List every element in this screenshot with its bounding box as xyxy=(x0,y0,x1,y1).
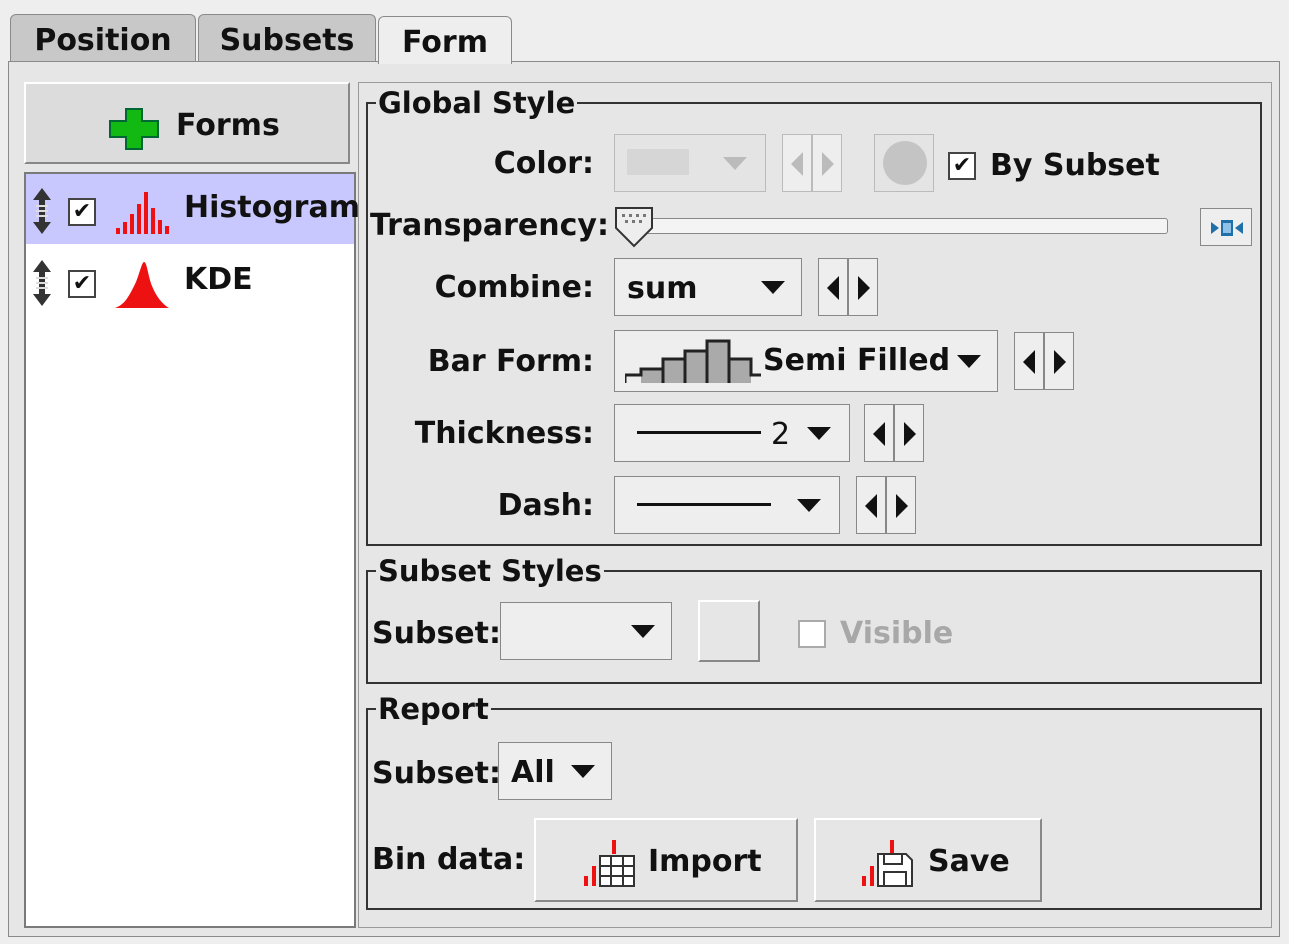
dock-button[interactable] xyxy=(1200,208,1252,246)
tab-position-label: Position xyxy=(34,23,172,58)
import-button-label: Import xyxy=(648,844,762,879)
import-table-icon xyxy=(584,840,635,887)
color-swatch xyxy=(627,149,689,175)
chevron-down-icon xyxy=(571,765,595,778)
histogram-label: Histogram xyxy=(184,190,360,225)
histogram-icon xyxy=(116,192,169,234)
thickness-value: 2 xyxy=(771,417,791,452)
kde-label: KDE xyxy=(184,262,253,297)
subset-styles-title: Subset Styles xyxy=(378,554,602,588)
kde-icon xyxy=(115,262,169,308)
dash-label: Dash: xyxy=(497,488,594,523)
color-combo[interactable] xyxy=(614,134,766,192)
subset-style-button[interactable] xyxy=(698,600,760,662)
previous-combine-button[interactable] xyxy=(818,258,848,316)
bar-form-label: Bar Form: xyxy=(427,344,594,379)
next-color-button[interactable] xyxy=(812,134,842,192)
transparency-label: Transparency: xyxy=(370,208,609,243)
by-subset-checkbox[interactable]: ✔ xyxy=(948,152,976,180)
save-button-label: Save xyxy=(928,844,1010,879)
color-label: Color: xyxy=(493,146,594,181)
global-style-title: Global Style xyxy=(378,86,576,120)
tab-subsets-label: Subsets xyxy=(219,23,355,58)
dock-icon xyxy=(1211,220,1243,236)
add-form-button[interactable]: Forms xyxy=(24,82,350,164)
dash-combo[interactable] xyxy=(614,476,840,534)
import-button[interactable]: Import xyxy=(534,818,798,902)
subset-styles-subset-combo[interactable] xyxy=(500,602,672,660)
bar-form-stepper[interactable] xyxy=(1014,332,1074,390)
chevron-down-icon xyxy=(957,355,981,368)
dash-stepper[interactable] xyxy=(856,476,916,534)
previous-color-button[interactable] xyxy=(782,134,812,192)
drag-handle-icon[interactable] xyxy=(32,188,52,234)
previous-thickness-button[interactable] xyxy=(864,404,894,462)
previous-bar-form-button[interactable] xyxy=(1014,332,1044,390)
list-item-histogram[interactable]: ✔ Histogram xyxy=(26,174,360,244)
chevron-down-icon xyxy=(761,281,785,294)
tab-form[interactable]: Form xyxy=(378,16,512,64)
visible-checkbox[interactable] xyxy=(798,620,826,648)
drag-handle-icon[interactable] xyxy=(32,260,52,306)
tab-position[interactable]: Position xyxy=(10,14,196,62)
combine-stepper[interactable] xyxy=(818,258,878,316)
histogram-visible-checkbox[interactable]: ✔ xyxy=(68,198,96,226)
transparency-slider[interactable] xyxy=(630,218,1168,234)
bar-form-value: Semi Filled xyxy=(763,343,951,378)
plus-icon xyxy=(109,108,159,150)
bar-form-combo[interactable]: Semi Filled xyxy=(614,330,998,392)
slider-thumb[interactable] xyxy=(614,206,654,248)
combine-combo[interactable]: sum xyxy=(614,258,802,316)
visible-label: Visible xyxy=(840,616,954,651)
combine-value: sum xyxy=(627,271,698,306)
chevron-down-icon xyxy=(807,427,831,440)
save-button[interactable]: Save xyxy=(814,818,1042,902)
kde-visible-checkbox[interactable]: ✔ xyxy=(68,270,96,298)
dash-sample xyxy=(637,503,771,506)
next-dash-button[interactable] xyxy=(886,476,916,534)
report-title: Report xyxy=(378,692,489,726)
tab-subsets[interactable]: Subsets xyxy=(198,14,376,62)
bin-data-label: Bin data: xyxy=(372,842,526,877)
line-sample xyxy=(637,431,761,434)
subset-styles-subset-label: Subset: xyxy=(372,616,501,651)
chevron-down-icon xyxy=(723,157,747,170)
next-bar-form-button[interactable] xyxy=(1044,332,1074,390)
report-subset-value: All xyxy=(511,755,555,790)
next-thickness-button[interactable] xyxy=(894,404,924,462)
color-stepper[interactable] xyxy=(782,134,842,192)
chevron-down-icon xyxy=(797,499,821,512)
chevron-down-icon xyxy=(631,625,655,638)
report-subset-combo[interactable]: All xyxy=(498,742,612,800)
thickness-combo[interactable]: 2 xyxy=(614,404,850,462)
report-subset-label: Subset: xyxy=(372,756,501,791)
by-subset-label: By Subset xyxy=(990,148,1160,183)
save-disk-icon xyxy=(862,840,913,887)
next-combine-button[interactable] xyxy=(848,258,878,316)
list-item-kde[interactable]: ✔ KDE xyxy=(26,246,354,316)
color-circle-icon xyxy=(883,141,927,185)
tab-form-label: Form xyxy=(402,25,488,60)
thickness-stepper[interactable] xyxy=(864,404,924,462)
thickness-label: Thickness: xyxy=(414,416,594,451)
previous-dash-button[interactable] xyxy=(856,476,886,534)
semi-filled-bars-icon xyxy=(625,339,761,383)
color-chooser-button[interactable] xyxy=(874,134,934,192)
forms-button-label: Forms xyxy=(176,108,280,143)
tab-strip: Position Subsets Form xyxy=(0,0,1289,64)
combine-label: Combine: xyxy=(434,270,594,305)
forms-list[interactable]: ✔ Histogram ✔ KDE xyxy=(24,172,360,928)
